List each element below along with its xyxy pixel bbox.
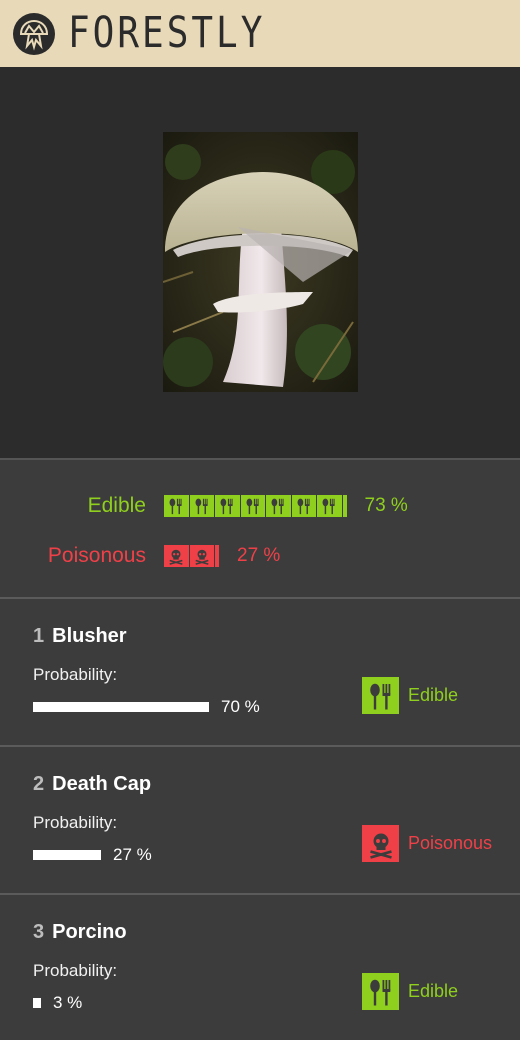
fork-spoon-icon bbox=[189, 495, 214, 517]
summary-poisonous-label: Poisonous bbox=[47, 544, 146, 567]
verdict-badge: Edible bbox=[362, 677, 458, 714]
result-name: Blusher bbox=[52, 625, 127, 647]
mushroom-photo[interactable] bbox=[163, 132, 358, 392]
result-item[interactable]: 1 Blusher Probability: 70 % Edible bbox=[0, 599, 520, 747]
summary-edible-label: Edible bbox=[87, 494, 146, 517]
fork-spoon-icon bbox=[362, 677, 399, 714]
edibility-summary: Edible 73 % Poisonous 27 % bbox=[0, 460, 520, 599]
summary-poisonous-row: Poisonous 27 % bbox=[36, 544, 280, 568]
fork-spoon-icon bbox=[362, 973, 399, 1010]
probability-bar bbox=[33, 850, 101, 860]
summary-poisonous-percent: 27 % bbox=[237, 545, 281, 566]
result-title: 1 Blusher bbox=[33, 625, 127, 648]
fork-spoon-icon bbox=[317, 495, 342, 517]
partial-icon-tile bbox=[215, 545, 219, 567]
fork-spoon-icon bbox=[240, 495, 265, 517]
verdict-badge: Edible bbox=[362, 973, 458, 1010]
probability-row: 27 % bbox=[33, 845, 152, 865]
partial-icon-tile bbox=[342, 495, 347, 517]
edible-icon-strip bbox=[164, 495, 348, 517]
results-list: 1 Blusher Probability: 70 % Edible 2 Death… bbox=[0, 599, 520, 1040]
app-root: FORESTLY Edible 73 % Poisonous 27 % 1 Bl… bbox=[0, 0, 520, 1040]
fork-spoon-icon bbox=[291, 495, 316, 517]
probability-label: Probability: bbox=[33, 665, 118, 684]
probability-value: 70 % bbox=[221, 697, 260, 716]
app-header: FORESTLY bbox=[0, 0, 520, 67]
result-name: Porcino bbox=[52, 921, 127, 943]
skull-crossbones-icon bbox=[164, 545, 189, 567]
result-name: Death Cap bbox=[52, 773, 152, 795]
probability-bar bbox=[33, 702, 209, 712]
fork-spoon-icon bbox=[215, 495, 240, 517]
probability-row: 3 % bbox=[33, 993, 82, 1013]
probability-bar bbox=[33, 998, 41, 1008]
summary-edible-percent: 73 % bbox=[364, 495, 408, 516]
result-title: 3 Porcino bbox=[33, 921, 127, 944]
verdict-label: Edible bbox=[408, 981, 459, 1001]
verdict-badge: Poisonous bbox=[362, 825, 492, 862]
photo-viewer bbox=[0, 67, 520, 460]
mushroom-logo-icon bbox=[13, 12, 55, 55]
verdict-label: Edible bbox=[408, 685, 459, 705]
verdict-label: Poisonous bbox=[408, 833, 493, 853]
result-rank: 1 bbox=[33, 625, 45, 647]
skull-crossbones-icon bbox=[362, 825, 399, 862]
probability-label: Probability: bbox=[33, 961, 118, 980]
result-title: 2 Death Cap bbox=[33, 773, 151, 796]
probability-value: 3 % bbox=[53, 993, 83, 1012]
probability-row: 70 % bbox=[33, 697, 260, 717]
probability-value: 27 % bbox=[113, 845, 152, 864]
skull-crossbones-icon bbox=[189, 545, 214, 567]
probability-label: Probability: bbox=[33, 813, 118, 832]
result-item[interactable]: 3 Porcino Probability: 3 % Edible bbox=[0, 895, 520, 1040]
poisonous-icon-strip bbox=[164, 545, 220, 567]
fork-spoon-icon bbox=[266, 495, 291, 517]
summary-edible-row: Edible 73 % bbox=[36, 494, 408, 518]
result-item[interactable]: 2 Death Cap Probability: 27 % Poisonous bbox=[0, 747, 520, 895]
result-rank: 3 bbox=[33, 921, 45, 943]
fork-spoon-icon bbox=[164, 495, 189, 517]
brand-title: FORESTLY bbox=[68, 8, 266, 58]
result-rank: 2 bbox=[33, 773, 45, 795]
